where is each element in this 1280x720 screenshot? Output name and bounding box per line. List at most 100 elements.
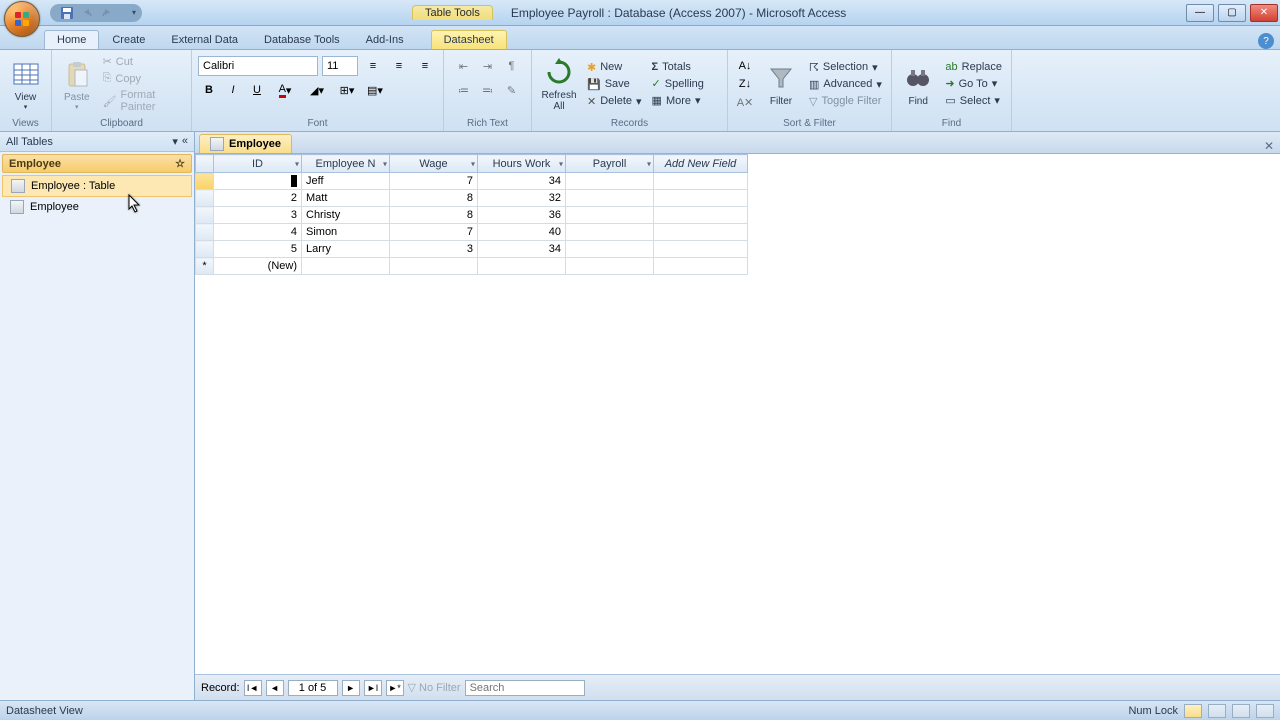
new-row-marker[interactable]: *: [196, 258, 214, 275]
row-selector[interactable]: [196, 241, 214, 258]
filter-button[interactable]: Filter: [760, 60, 802, 109]
design-view-button[interactable]: [1256, 704, 1274, 718]
row-selector[interactable]: [196, 207, 214, 224]
cell-id-new[interactable]: (New): [214, 258, 302, 275]
align-center-button[interactable]: ≡: [388, 56, 410, 76]
cut-button[interactable]: ✂Cut: [100, 54, 185, 69]
cell-addfield[interactable]: [654, 173, 748, 190]
chevron-down-icon[interactable]: ▾: [647, 159, 651, 168]
next-record-button[interactable]: ►: [342, 680, 360, 696]
cell-addfield[interactable]: [654, 241, 748, 258]
spelling-button[interactable]: ✓Spelling: [649, 76, 707, 91]
save-record-button[interactable]: 💾Save: [584, 77, 645, 92]
nav-item-employee-table[interactable]: Employee : Table: [2, 175, 192, 197]
advanced-button[interactable]: ▥Advanced ▾: [806, 77, 885, 92]
table-row[interactable]: 4 Simon 7 40: [196, 224, 748, 241]
table-row[interactable]: 5 Larry 3 34: [196, 241, 748, 258]
font-color-button[interactable]: A▾: [270, 80, 300, 100]
chevron-down-icon[interactable]: ▾: [559, 159, 563, 168]
tab-datasheet[interactable]: Datasheet: [431, 30, 507, 49]
find-button[interactable]: Find: [898, 60, 938, 109]
no-filter-indicator[interactable]: ▽No Filter: [408, 681, 461, 694]
nav-collapse-icon[interactable]: «: [182, 135, 188, 148]
column-header-hours[interactable]: Hours Work▾: [478, 155, 566, 173]
cell-id[interactable]: 5: [214, 241, 302, 258]
chevron-down-icon[interactable]: ▾: [383, 159, 387, 168]
cell-wage[interactable]: 7: [390, 224, 478, 241]
goto-button[interactable]: ➜Go To ▾: [942, 76, 1005, 91]
clear-sort-button[interactable]: A✕: [734, 93, 756, 111]
italic-button[interactable]: I: [222, 80, 244, 100]
bullets-button[interactable]: ≔: [453, 80, 475, 100]
underline-button[interactable]: U: [246, 80, 268, 100]
cell-hours[interactable]: 36: [478, 207, 566, 224]
minimize-button[interactable]: —: [1186, 4, 1214, 22]
office-button[interactable]: [4, 1, 40, 37]
cell-wage[interactable]: 8: [390, 190, 478, 207]
tab-create[interactable]: Create: [99, 30, 158, 49]
increase-indent-button[interactable]: ⇥: [477, 56, 499, 76]
delete-record-button[interactable]: ✕Delete ▾: [584, 94, 645, 109]
ltr-button[interactable]: ¶: [501, 56, 523, 76]
cell-id[interactable]: 2: [214, 190, 302, 207]
align-left-button[interactable]: ≡: [362, 56, 384, 76]
select-button[interactable]: ▭Select ▾: [942, 93, 1005, 108]
format-painter-button[interactable]: 🖌Format Painter: [100, 88, 185, 114]
font-size-combo[interactable]: [322, 56, 358, 76]
sort-desc-button[interactable]: Z↓: [734, 75, 756, 93]
tab-database-tools[interactable]: Database Tools: [251, 30, 353, 49]
nav-group-employee[interactable]: Employee☆: [2, 154, 192, 173]
highlight-button[interactable]: ✎: [501, 80, 523, 100]
cell-payroll[interactable]: [566, 207, 654, 224]
cell-name[interactable]: Matt: [302, 190, 390, 207]
last-record-button[interactable]: ►I: [364, 680, 382, 696]
cell-id[interactable]: 3: [214, 207, 302, 224]
chevron-down-icon[interactable]: ▾: [295, 159, 299, 168]
decrease-indent-button[interactable]: ⇤: [453, 56, 475, 76]
font-name-combo[interactable]: [198, 56, 318, 76]
cell-name[interactable]: Simon: [302, 224, 390, 241]
help-button[interactable]: ?: [1258, 33, 1274, 49]
cell-hours[interactable]: 40: [478, 224, 566, 241]
column-header-payroll[interactable]: Payroll▾: [566, 155, 654, 173]
qat-customize-icon[interactable]: ▾: [132, 8, 136, 17]
cell-wage[interactable]: 7: [390, 173, 478, 190]
new-record-button[interactable]: ✱New: [584, 60, 645, 75]
paste-button[interactable]: Paste▾: [58, 56, 96, 113]
nav-item-employee-query[interactable]: Employee: [2, 197, 192, 217]
undo-icon[interactable]: [80, 6, 94, 20]
close-button[interactable]: ✕: [1250, 4, 1278, 22]
row-selector[interactable]: [196, 224, 214, 241]
column-header-id[interactable]: ID▾: [214, 155, 302, 173]
totals-button[interactable]: ΣTotals: [649, 60, 707, 74]
datasheet-grid[interactable]: ID▾ Employee N▾ Wage▾ Hours Work▾ Payrol…: [195, 154, 1280, 674]
align-right-button[interactable]: ≡: [414, 56, 436, 76]
table-row[interactable]: 3 Christy 8 36: [196, 207, 748, 224]
row-selector[interactable]: [196, 173, 214, 190]
view-button[interactable]: View▾: [6, 56, 45, 113]
select-all-corner[interactable]: [196, 155, 214, 173]
tab-add-ins[interactable]: Add-Ins: [353, 30, 417, 49]
first-record-button[interactable]: I◄: [244, 680, 262, 696]
copy-button[interactable]: ⎘Copy: [100, 71, 185, 86]
more-records-button[interactable]: ▦More ▾: [649, 93, 707, 108]
prev-record-button[interactable]: ◄: [266, 680, 284, 696]
column-header-employee-name[interactable]: Employee N▾: [302, 155, 390, 173]
sort-asc-button[interactable]: A↓: [734, 57, 756, 75]
cell-id[interactable]: [214, 173, 302, 190]
new-record-nav-button[interactable]: ►*: [386, 680, 404, 696]
cell-addfield[interactable]: [654, 190, 748, 207]
nav-header[interactable]: All Tables▾«: [0, 132, 194, 152]
selection-button[interactable]: ☈Selection ▾: [806, 60, 885, 75]
alternate-fill-button[interactable]: ▤▾: [362, 80, 388, 100]
chevron-down-icon[interactable]: ▾: [471, 159, 475, 168]
cell-wage[interactable]: 3: [390, 241, 478, 258]
redo-icon[interactable]: [100, 6, 114, 20]
replace-button[interactable]: abReplace: [942, 60, 1005, 74]
document-tab-employee[interactable]: Employee: [199, 134, 292, 153]
pivot-table-view-button[interactable]: [1208, 704, 1226, 718]
numbering-button[interactable]: ≕: [477, 80, 499, 100]
bold-button[interactable]: B: [198, 80, 220, 100]
column-header-wage[interactable]: Wage▾: [390, 155, 478, 173]
record-position-input[interactable]: [288, 680, 338, 696]
